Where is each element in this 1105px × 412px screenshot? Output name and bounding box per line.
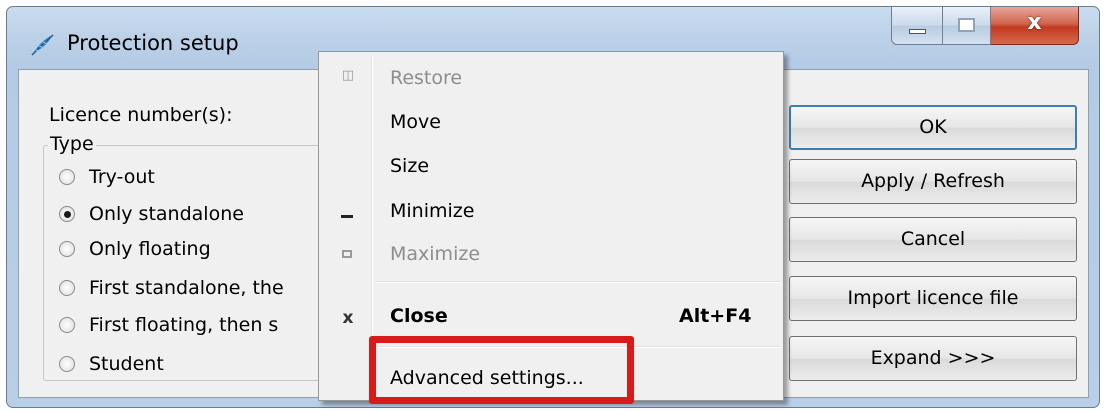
close-icon: x <box>342 308 354 328</box>
radio-first-floating[interactable]: First floating, then s <box>59 314 278 336</box>
minimize-button[interactable] <box>891 7 943 45</box>
radio-button-checked-icon[interactable] <box>59 206 75 222</box>
radio-label: First floating, then s <box>89 314 279 336</box>
close-accelerator: Alt+F4 <box>679 305 752 327</box>
radio-student[interactable]: Student <box>59 353 164 375</box>
radio-label: Student <box>89 353 164 375</box>
close-button[interactable]: x <box>991 7 1079 45</box>
radio-only-floating[interactable]: Only floating <box>59 238 211 260</box>
maximize-icon <box>337 244 359 266</box>
import-licence-file-button[interactable]: Import licence file <box>789 276 1077 321</box>
close-icon: x <box>1027 10 1042 35</box>
menu-separator <box>375 281 781 283</box>
feather-app-icon[interactable] <box>29 33 55 57</box>
radio-label: Only standalone <box>89 203 244 225</box>
maximize-button[interactable] <box>943 7 991 45</box>
menu-item-move[interactable]: Move <box>319 103 783 143</box>
maximize-icon <box>958 18 975 32</box>
radio-label: First standalone, the <box>89 277 284 299</box>
radio-button-icon[interactable] <box>59 317 75 333</box>
restore-icon: ◫ <box>341 68 355 83</box>
apply-refresh-button[interactable]: Apply / Refresh <box>789 159 1077 204</box>
menu-item-maximize[interactable]: Maximize <box>319 235 783 275</box>
radio-button-icon[interactable] <box>59 280 75 296</box>
radio-try-out[interactable]: Try-out <box>59 166 155 188</box>
radio-button-icon[interactable] <box>59 356 75 372</box>
menu-item-size[interactable]: Size <box>319 147 783 187</box>
type-group-legend: Type <box>48 133 96 155</box>
radio-button-icon[interactable] <box>59 241 75 257</box>
radio-label: Only floating <box>89 238 211 260</box>
minimize-icon <box>337 201 359 223</box>
cancel-button[interactable]: Cancel <box>789 217 1077 262</box>
ok-button[interactable]: OK <box>789 105 1077 150</box>
menu-item-close[interactable]: x Close Alt+F4 <box>319 297 783 337</box>
licence-number-label: Licence number(s): <box>49 104 233 126</box>
radio-button-icon[interactable] <box>59 169 75 185</box>
expand-button[interactable]: Expand >>> <box>789 336 1077 381</box>
radio-only-standalone[interactable]: Only standalone <box>59 203 244 225</box>
radio-first-standalone[interactable]: First standalone, the <box>59 277 284 299</box>
red-highlight-box <box>369 336 634 404</box>
minimize-icon <box>909 29 926 34</box>
menu-item-minimize[interactable]: Minimize <box>319 192 783 232</box>
menu-item-restore[interactable]: ◫ Restore <box>319 59 783 99</box>
radio-label: Try-out <box>89 166 155 188</box>
window-title: Protection setup <box>67 31 239 55</box>
caption-buttons: x <box>891 7 1079 45</box>
